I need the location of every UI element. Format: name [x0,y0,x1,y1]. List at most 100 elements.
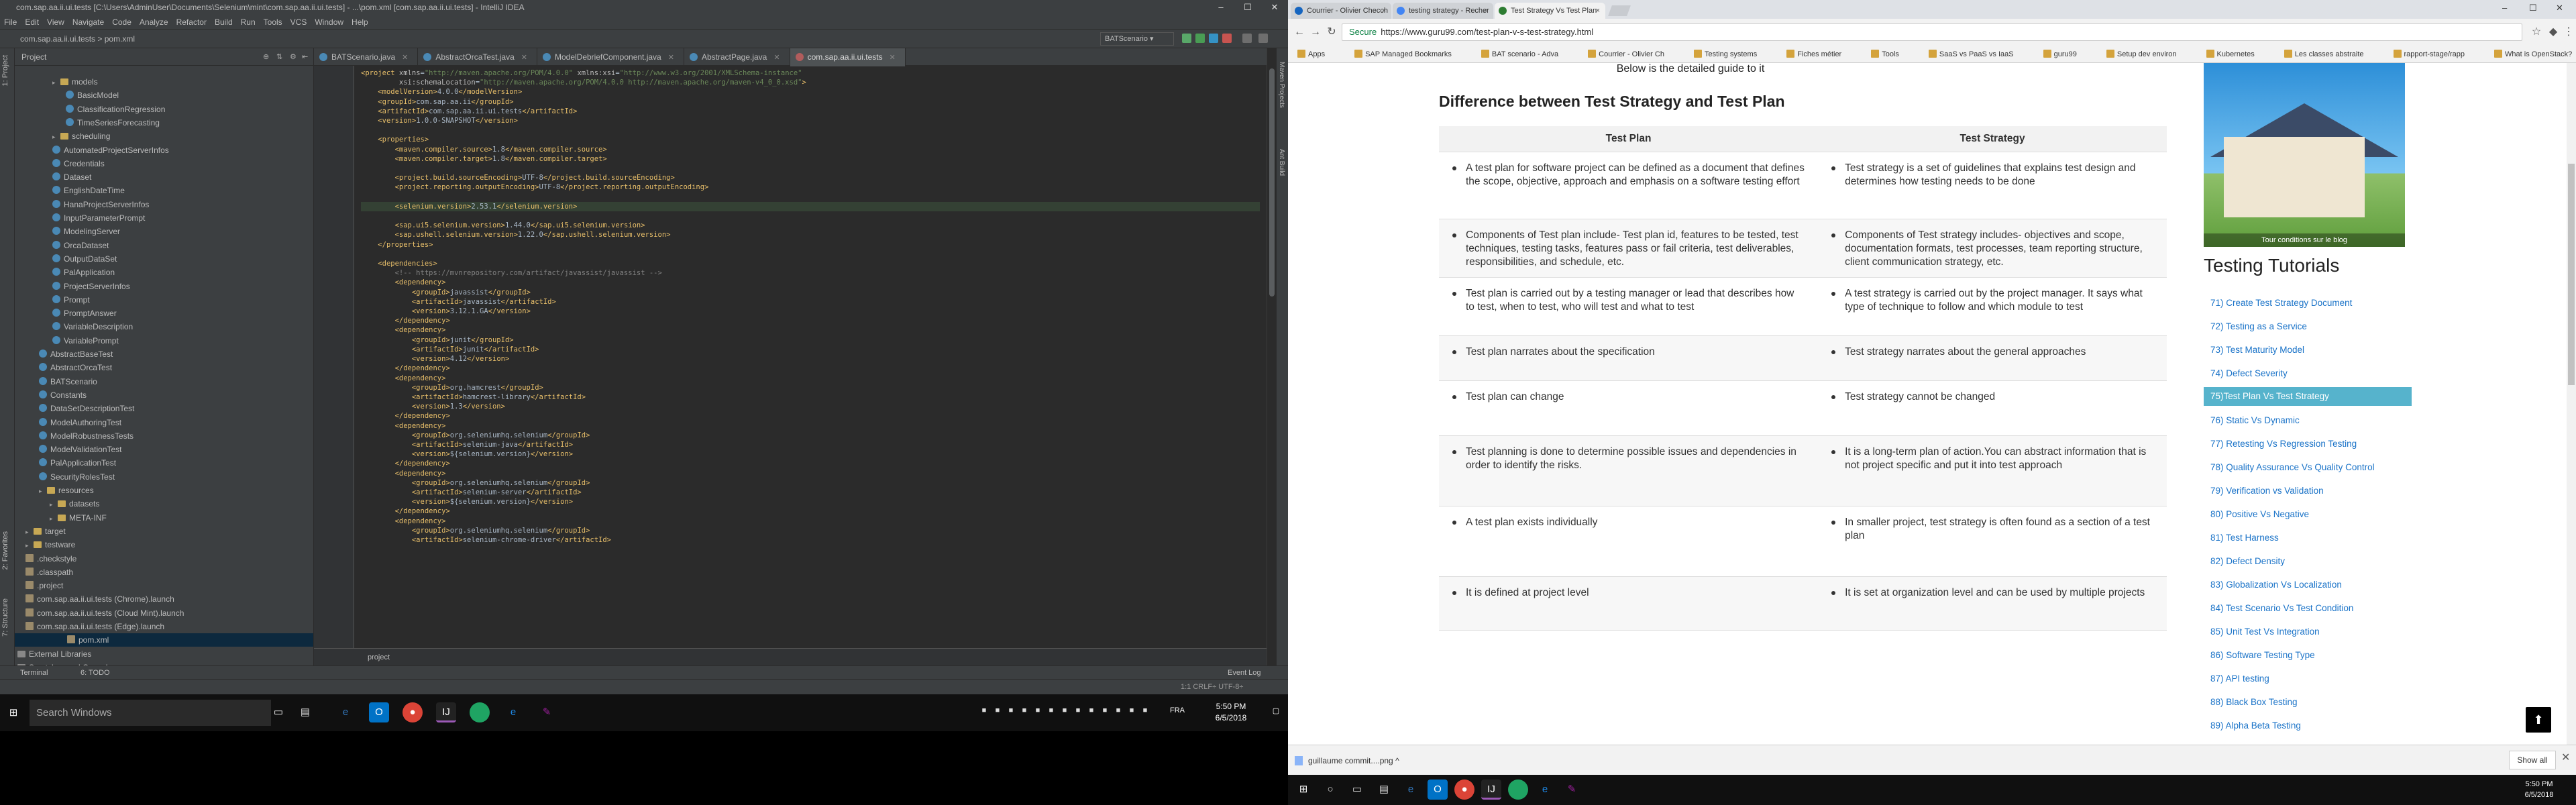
bookmark-item[interactable]: SaaS vs PaaS vs IaaS [1928,46,2029,63]
editor-scrollbar[interactable] [1267,48,1276,665]
tree-item[interactable]: PromptAnswer [52,307,117,320]
tutorial-link[interactable]: 89) Alpha Beta Testing [2204,714,2412,737]
expand-arrow-icon[interactable]: ▸ [52,130,60,144]
expand-arrow-icon[interactable]: ▸ [52,76,60,89]
app-green-icon[interactable] [470,702,490,722]
expand-arrow-icon[interactable]: ▸ [25,525,34,539]
tray-icon-13[interactable]: ■ [1140,706,1150,717]
forward-icon[interactable]: → [1308,25,1323,40]
menu-tools[interactable]: Tools [260,15,286,30]
close-tab-icon[interactable]: ✕ [890,54,896,62]
back-icon[interactable]: ← [1292,25,1307,40]
tray-icon-4[interactable]: ■ [1020,706,1029,717]
tree-item[interactable]: Credentials [52,157,105,170]
bookmark-item[interactable]: Setup dev environ [2106,46,2192,63]
menu-icon[interactable]: ⋮ [2561,25,2576,40]
tray-icon-10[interactable]: ■ [1100,706,1110,717]
tree-item[interactable]: TimeSeriesForecasting [66,116,160,129]
file-explorer-icon[interactable]: ▤ [295,702,315,722]
code-editor[interactable]: <project xmlns="http://maven.apache.org/… [361,68,1260,648]
menu-refactor[interactable]: Refactor [172,15,211,30]
close-tab-icon[interactable]: ✕ [773,54,780,62]
tree-item[interactable]: VariablePrompt [52,334,119,347]
tree-item[interactable]: ▸ resources [39,484,94,497]
tree-item[interactable]: ▸ target [25,525,66,538]
paint-icon[interactable]: ✎ [1562,780,1582,800]
close-icon[interactable]: ✕ [1261,0,1288,15]
tutorial-link[interactable]: 71) Create Test Strategy Document [2204,291,2412,315]
menu-build[interactable]: Build [211,15,237,30]
tutorial-link[interactable]: 72) Testing as a Service [2204,315,2412,338]
tree-item[interactable]: .classpath [25,566,73,579]
tray-icon-2[interactable]: ■ [993,706,1002,717]
close-tab-icon[interactable]: ✕ [521,54,527,62]
paint-icon[interactable]: ✎ [537,702,557,722]
bookmark-item[interactable]: Les classes abstraite [2284,46,2379,63]
run-config-select[interactable]: BATScenario ▾ [1100,32,1174,46]
project-tool-tab[interactable]: 1: Project [1,55,9,86]
language-indicator[interactable]: FRA [1167,706,1187,717]
close-tab-icon[interactable]: × [1596,3,1600,19]
bookmark-item[interactable]: rapport-stage/rapp [2393,46,2480,63]
scroll-to-top-button[interactable]: ⬆ [2526,707,2551,733]
ant-build-tab[interactable]: Ant Build [1278,149,1285,176]
ie-icon[interactable]: e [1535,780,1555,800]
tutorial-link[interactable]: 82) Defect Density [2204,549,2412,573]
bookmark-item[interactable]: SAP Managed Bookmarks [1354,46,1466,63]
tree-item[interactable]: ClassificationRegression [66,103,165,116]
windows-search-input[interactable]: Search Windows [30,700,271,726]
tree-item[interactable]: BasicModel [66,89,119,102]
bookmark-item[interactable]: Courrier - Olivier Ch [1588,46,1679,63]
bookmark-item[interactable]: Apps [1297,46,1340,63]
menu-code[interactable]: Code [108,15,136,30]
page-scroll-thumb[interactable] [2568,164,2575,385]
expand-arrow-icon[interactable]: ▸ [50,498,58,511]
tree-item[interactable]: ModelValidationTest [39,443,122,456]
menu-help[interactable]: Help [347,15,372,30]
tree-item[interactable]: AbstractOrcaTest [39,361,112,374]
bookmark-item[interactable]: What is OpenStack? [2494,46,2576,63]
tree-item[interactable]: Dataset [52,170,91,184]
tray-icon-5[interactable]: ■ [1033,706,1042,717]
tree-item[interactable]: HanaProjectServerInfos [52,198,149,211]
tutorial-link[interactable]: 85) Unit Test Vs Integration [2204,620,2412,643]
menu-vcs[interactable]: VCS [286,15,311,30]
intellij-icon[interactable]: IJ [1481,780,1501,800]
menu-run[interactable]: Run [237,15,260,30]
menu-window[interactable]: Window [311,15,347,30]
structure-tool-tab[interactable]: 7: Structure [1,598,9,637]
close-tab-icon[interactable]: × [1382,3,1386,19]
bookmark-item[interactable]: guru99 [2043,46,2092,63]
taskbar-clock[interactable]: 5:50 PM 6/5/2018 [2522,779,2556,800]
coverage-icon[interactable] [1209,34,1218,43]
close-icon[interactable]: ✕ [2556,3,2563,13]
close-download-bar-icon[interactable]: ✕ [2561,751,2570,764]
expand-arrow-icon[interactable]: ▸ [25,539,34,552]
tray-icon-1[interactable]: ■ [979,706,989,717]
todo-tab[interactable]: 6: TODO [80,666,110,680]
tree-item[interactable]: AutomatedProjectServerInfos [52,144,169,157]
tree-item[interactable]: ▸ testware [25,538,75,551]
tray-icon-8[interactable]: ■ [1073,706,1083,717]
tutorial-link[interactable]: 76) Static Vs Dynamic [2204,409,2412,432]
bookmark-item[interactable]: Testing systems [1693,46,1772,63]
task-view-icon[interactable]: ▭ [1347,780,1367,800]
tree-item[interactable]: Constants [39,388,87,402]
sync-icon[interactable]: ⊕ [263,53,271,61]
tutorial-link[interactable]: 84) Test Scenario Vs Test Condition [2204,596,2412,620]
show-all-button[interactable]: Show all [2509,751,2556,769]
download-item[interactable]: guillaume commit....png ^ [1295,751,1449,771]
menu-navigate[interactable]: Navigate [68,15,108,30]
favorites-tool-tab[interactable]: 2: Favorites [1,531,9,570]
tutorial-link[interactable]: 83) Globalization Vs Localization [2204,573,2412,596]
tree-item[interactable]: EnglishDateTime [52,184,125,197]
tree-item[interactable]: ▸ scheduling [52,129,110,143]
tray-icon-12[interactable]: ■ [1127,706,1136,717]
tree-item[interactable]: ModelingServer [52,225,120,238]
file-explorer-icon[interactable]: ▤ [1374,780,1394,800]
maximize-icon[interactable]: ☐ [1234,0,1261,15]
tutorial-link[interactable]: 73) Test Maturity Model [2204,338,2412,362]
bookmark-item[interactable]: Tools [1871,46,1914,63]
tree-item[interactable]: OutputDataSet [52,252,117,266]
reload-icon[interactable]: ↻ [1324,25,1339,40]
